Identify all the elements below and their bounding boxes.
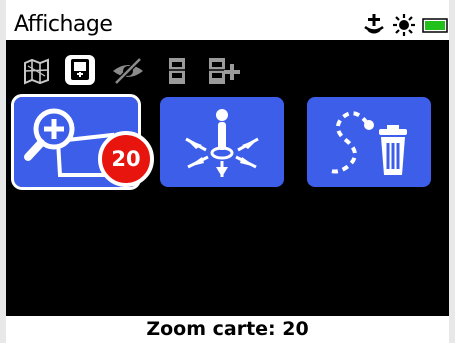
hidden-eye-icon[interactable] bbox=[110, 56, 146, 86]
status-footer: Zoom carte: 20 bbox=[6, 316, 449, 343]
zoom-status-label: Zoom carte: 20 bbox=[146, 318, 309, 340]
map-icon[interactable] bbox=[22, 56, 52, 86]
screen-bezel-right bbox=[449, 0, 455, 343]
zoom-map-tile[interactable]: 20 bbox=[11, 94, 154, 190]
title-bar: Affichage bbox=[6, 10, 449, 40]
add-storage-icon[interactable] bbox=[206, 56, 242, 86]
center-position-tile[interactable] bbox=[160, 97, 284, 187]
metal-detector-signal-icon bbox=[364, 14, 384, 34]
trail-delete-icon bbox=[330, 111, 407, 175]
detector-screen: Affichage 20 Zoom carte: 20 bbox=[0, 0, 455, 343]
clear-trail-tile[interactable] bbox=[307, 97, 431, 187]
zoom-level-badge: 20 bbox=[98, 131, 154, 187]
sun-brightness-icon bbox=[393, 14, 415, 36]
person-center-arrows-icon bbox=[185, 109, 259, 177]
data-storage-icon[interactable] bbox=[162, 56, 192, 86]
page-title: Affichage bbox=[14, 12, 113, 37]
display-menu-panel: 20 bbox=[6, 40, 449, 316]
battery-icon bbox=[422, 18, 448, 33]
detector-device-icon[interactable] bbox=[64, 54, 96, 86]
